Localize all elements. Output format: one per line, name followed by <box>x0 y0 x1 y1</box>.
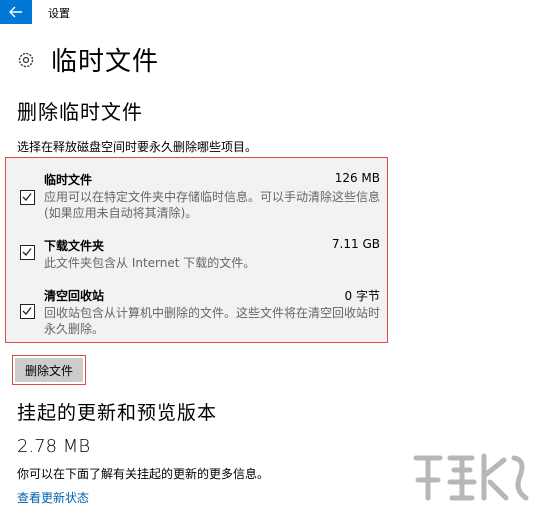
checkbox-temp-files[interactable] <box>20 190 35 205</box>
delete-section-intro: 选择在释放磁盘空间时要永久删除哪些项目。 <box>17 140 258 154</box>
checkbox-downloads[interactable] <box>20 245 35 260</box>
item-name: 下载文件夹 <box>44 239 105 253</box>
delete-section-title: 删除临时文件 <box>17 100 143 124</box>
item-name: 临时文件 <box>44 173 93 187</box>
back-button[interactable] <box>0 0 32 24</box>
delete-files-button-label: 删除文件 <box>15 358 83 382</box>
gear-icon <box>18 52 34 68</box>
delete-files-button[interactable]: 删除文件 <box>12 355 86 385</box>
pending-updates-info: 你可以在下面了解有关挂起的更新的更多信息。 <box>17 467 270 481</box>
item-description: 应用可以在特定文件夹中存储临时信息。可以手动清除这些信息(如果应用未自动将其清除… <box>44 190 381 220</box>
item-description: 此文件夹包含从 Internet 下载的文件。 <box>44 256 256 270</box>
watermark-logo <box>413 453 529 501</box>
pending-updates-title: 挂起的更新和预览版本 <box>17 402 218 424</box>
checkbox-recycle-bin[interactable] <box>20 304 35 319</box>
pending-updates-size: 2.78 MB <box>17 436 91 457</box>
title-bar: 设置 <box>0 0 546 24</box>
item-size: 7.11 GB <box>331 237 380 251</box>
checkmark-icon <box>22 307 32 315</box>
page-title: 临时文件 <box>51 47 160 77</box>
item-name: 清空回收站 <box>44 289 105 303</box>
app-title: 设置 <box>48 7 70 20</box>
item-size: 126 MB <box>334 171 380 185</box>
item-size: 0 字节 <box>344 289 380 303</box>
delete-items-group: 临时文件 126 MB 应用可以在特定文件夹中存储临时信息。可以手动清除这些信息… <box>5 157 388 343</box>
checkmark-icon <box>22 193 32 201</box>
checkmark-icon <box>22 248 32 256</box>
item-description: 回收站包含从计算机中删除的文件。这些文件将在清空回收站时永久删除。 <box>44 306 381 336</box>
view-update-status-link[interactable]: 查看更新状态 <box>17 489 89 506</box>
back-arrow-icon <box>9 6 22 18</box>
